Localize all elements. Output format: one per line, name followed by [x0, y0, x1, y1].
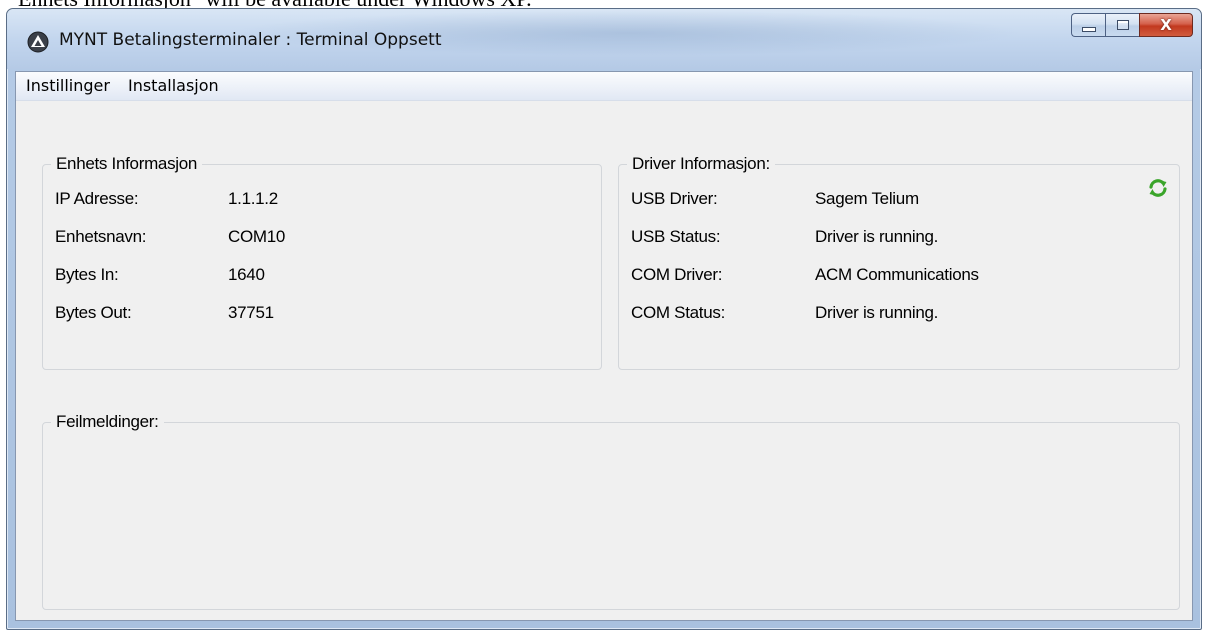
minimize-icon — [1081, 26, 1096, 32]
com-driver-value: ACM Communications — [815, 265, 979, 284]
maximize-button[interactable] — [1105, 13, 1139, 37]
bytes-out-value: 37751 — [228, 303, 274, 322]
device-info-group: Enhets Informasjon IP Adresse: 1.1.1.2 E… — [42, 153, 602, 370]
device-name-value: COM10 — [228, 227, 286, 246]
com-driver-label: COM Driver: — [631, 265, 723, 284]
usb-status-value: Driver is running. — [815, 227, 939, 246]
bytes-in-value: 1640 — [228, 265, 265, 284]
device-name-label: Enhetsnavn: — [55, 227, 147, 246]
client-area: Instillinger Installasjon Enhets Informa… — [15, 71, 1193, 621]
ip-address-label: IP Adresse: — [55, 189, 139, 208]
close-icon: X — [1160, 16, 1172, 34]
device-info-title: Enhets Informasjon — [51, 153, 203, 175]
error-messages-group: Feilmeldinger: — [42, 411, 1180, 610]
caption-buttons: X — [1071, 13, 1193, 39]
minimize-button[interactable] — [1071, 13, 1105, 37]
com-status-value: Driver is running. — [815, 303, 939, 322]
close-button[interactable]: X — [1139, 13, 1193, 37]
driver-info-group: Driver Informasjon: USB Driver: Sagem Te… — [618, 153, 1180, 370]
app-window: MYNT Betalingsterminaler : Terminal Opps… — [6, 8, 1202, 630]
window-title: MYNT Betalingsterminaler : Terminal Opps… — [59, 30, 442, 50]
maximize-icon — [1116, 20, 1129, 30]
bytes-out-label: Bytes Out: — [55, 303, 132, 322]
menu-bar: Instillinger Installasjon — [16, 72, 1192, 101]
menu-instillinger[interactable]: Instillinger — [20, 73, 116, 99]
title-bar[interactable]: MYNT Betalingsterminaler : Terminal Opps… — [7, 9, 1201, 69]
menu-installasjon[interactable]: Installasjon — [122, 73, 225, 99]
usb-status-label: USB Status: — [631, 227, 721, 246]
usb-driver-value: Sagem Telium — [815, 189, 919, 208]
usb-driver-label: USB Driver: — [631, 189, 718, 208]
mynt-logo-icon — [27, 31, 49, 53]
error-messages-title: Feilmeldinger: — [51, 411, 164, 433]
com-status-label: COM Status: — [631, 303, 726, 322]
refresh-icon[interactable] — [1147, 177, 1169, 199]
bytes-in-label: Bytes In: — [55, 265, 119, 284]
ip-address-value: 1.1.1.2 — [228, 189, 278, 208]
driver-info-title: Driver Informasjon: — [627, 153, 775, 175]
